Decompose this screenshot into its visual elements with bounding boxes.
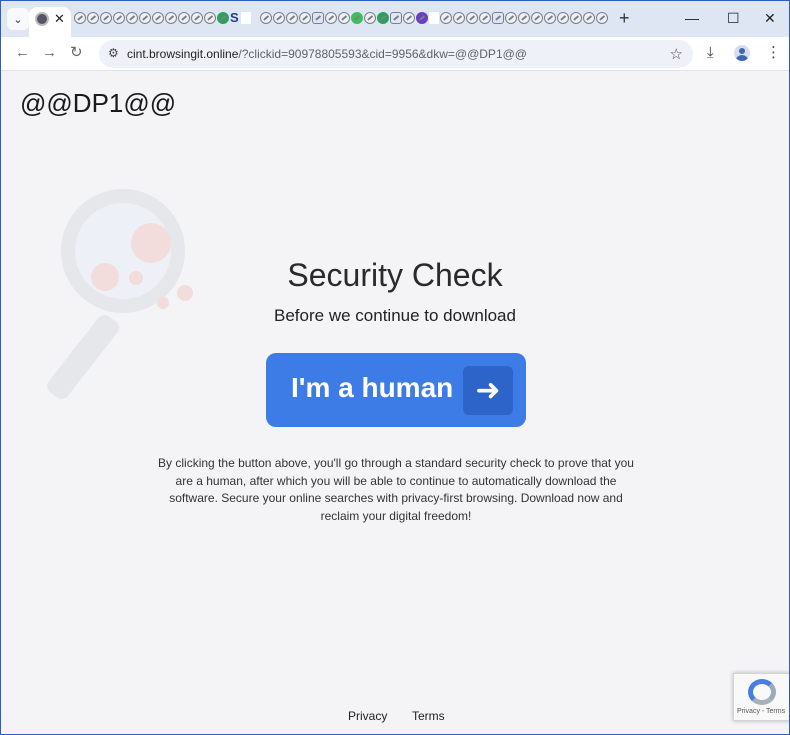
disclaimer-text: By clicking the button above, you'll go … — [158, 456, 634, 523]
tab-favicon-icon[interactable] — [74, 12, 86, 24]
tab-favicon-icon[interactable] — [338, 12, 350, 24]
tab-favicon-icon[interactable] — [403, 12, 415, 24]
profile-avatar-icon[interactable] — [734, 45, 750, 61]
tab-favicon-icon[interactable] — [570, 12, 582, 24]
page-heading: Security Check — [287, 257, 503, 293]
tab-favicon-icon[interactable] — [139, 12, 151, 24]
minimize-button[interactable]: — — [685, 10, 699, 26]
tab-favicon-icon[interactable] — [583, 12, 595, 24]
im-human-button[interactable]: I'm a human ➜ — [266, 353, 526, 427]
tab-favicon-icon[interactable] — [390, 12, 402, 24]
maximize-button[interactable]: ☐ — [727, 10, 740, 26]
tab-favicon-icon[interactable] — [217, 12, 229, 24]
recaptcha-links[interactable]: Privacy - Terms — [737, 708, 785, 715]
tab-favicon-icon[interactable] — [178, 12, 190, 24]
url-host: cint.browsingit.online — [127, 47, 239, 61]
recaptcha-logo-icon — [748, 679, 776, 705]
tab-favicon-icon[interactable] — [557, 12, 569, 24]
tab-favicon-icon[interactable] — [453, 12, 465, 24]
tab-favicon-icon[interactable] — [544, 12, 556, 24]
page-subheading: Before we continue to download — [274, 306, 516, 325]
back-icon[interactable]: ← — [15, 44, 30, 62]
tab-favicon-icon[interactable] — [204, 12, 216, 24]
tab-favicon-icon[interactable] — [152, 12, 164, 24]
tab-favicon-icon[interactable] — [241, 12, 251, 24]
tab-favicon-icon[interactable] — [416, 12, 428, 24]
reload-icon[interactable]: ↻ — [70, 44, 83, 62]
tab-favicon-icon[interactable] — [364, 12, 376, 24]
tab-favicon-icon[interactable]: S — [230, 11, 240, 24]
tab-favicon-icon[interactable] — [440, 12, 452, 24]
chevron-down-icon: ⌄ — [13, 13, 23, 26]
tab-close-icon[interactable]: ✕ — [54, 11, 65, 27]
tab-favicon-icon[interactable] — [87, 12, 99, 24]
tab-favicon-icon[interactable] — [260, 12, 272, 24]
url-path: /?clickid=90978805593&cid=9956&dkw=@@DP1… — [238, 47, 527, 61]
address-bar[interactable]: ⚙ cint.browsingit.online/?clickid=909788… — [99, 40, 693, 68]
tab-favicon-icon[interactable] — [505, 12, 517, 24]
tab-favicon-icon[interactable] — [299, 12, 311, 24]
tab-favicon-icon[interactable] — [113, 12, 125, 24]
tab-favicon-icon[interactable] — [165, 12, 177, 24]
site-title: @@DP1@@ — [20, 88, 177, 118]
tab-favicon-icon[interactable] — [492, 12, 504, 24]
tab-favicon-icon[interactable] — [518, 12, 530, 24]
site-info-icon[interactable]: ⚙ — [108, 46, 122, 60]
close-window-button[interactable]: ✕ — [764, 10, 776, 26]
tab-favicon-icon[interactable] — [273, 12, 285, 24]
im-human-button-label: I'm a human — [291, 372, 454, 403]
bookmark-star-icon[interactable]: ☆ — [670, 45, 683, 63]
tab-favicon-icon[interactable] — [377, 12, 389, 24]
tab-favicon-icon[interactable] — [325, 12, 337, 24]
tab-strip: ⌄ ✕ S + — ☐ ✕ — [1, 1, 789, 37]
more-menu-icon[interactable]: ⋮ — [766, 44, 781, 62]
tab-favicons: S — [74, 11, 608, 26]
new-tab-button[interactable]: + — [619, 9, 630, 27]
forward-icon[interactable]: → — [42, 44, 57, 62]
tab-favicon-icon[interactable] — [351, 12, 363, 24]
tab-favicon-icon[interactable] — [312, 12, 324, 24]
tab-favicon-icon — [35, 12, 49, 26]
tab-favicon-icon[interactable] — [286, 12, 298, 24]
privacy-link[interactable]: Privacy — [348, 709, 387, 723]
terms-link[interactable]: Terms — [412, 709, 445, 723]
url-text[interactable]: cint.browsingit.online/?clickid=90978805… — [127, 47, 527, 61]
recaptcha-badge[interactable]: Privacy - Terms — [733, 673, 789, 721]
tab-favicon-icon[interactable] — [466, 12, 478, 24]
tab-favicon-icon[interactable] — [100, 12, 112, 24]
tab-search-button[interactable]: ⌄ — [7, 8, 29, 30]
tab-favicon-icon[interactable] — [531, 12, 543, 24]
arrow-right-icon: ➜ — [463, 366, 513, 415]
download-icon[interactable]: ⤓ — [707, 44, 714, 62]
tab-favicon-icon[interactable] — [191, 12, 203, 24]
tab-favicon-icon[interactable] — [429, 12, 439, 24]
tab-favicon-icon[interactable] — [596, 12, 608, 24]
page-content: @@DP1@@ Security Check Before we continu… — [1, 71, 789, 734]
tab-favicon-icon[interactable] — [479, 12, 491, 24]
tab-favicon-icon[interactable] — [126, 12, 138, 24]
browser-toolbar: ← → ↻ ⚙ cint.browsingit.online/?clickid=… — [1, 37, 789, 71]
